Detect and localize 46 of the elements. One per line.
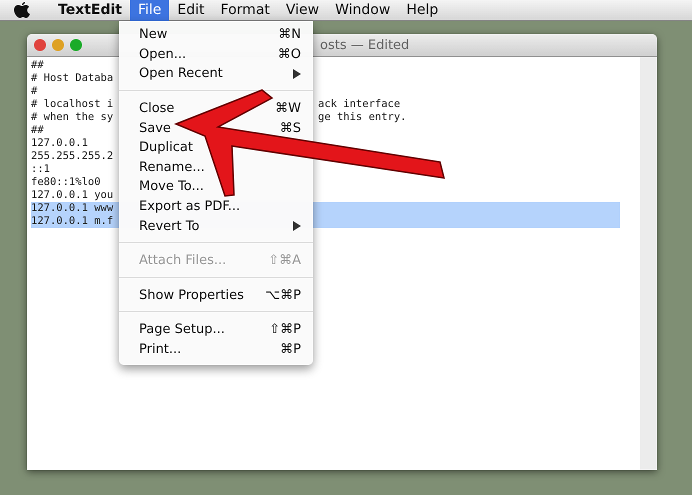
- text-line: 127.0.0.1 m.f: [31, 215, 114, 228]
- menu-bar-item[interactable]: File: [130, 0, 170, 20]
- shortcut-label: ⇧⌘A: [268, 253, 301, 268]
- menu-item[interactable]: Show Properties: [139, 288, 244, 303]
- menu-item[interactable]: Page Setup...: [139, 322, 225, 338]
- menu-item[interactable]: Rename...: [139, 160, 205, 175]
- menu-item[interactable]: Export as PDF...: [139, 199, 240, 214]
- menu-item[interactable]: Open Recent: [139, 66, 223, 82]
- menu-bar-item[interactable]: View: [278, 0, 328, 20]
- text-line: ::1: [31, 163, 50, 176]
- minimize-button[interactable]: [52, 39, 64, 51]
- menu-item[interactable]: Revert To: [139, 218, 200, 234]
- text-line: 255.255.255.2: [31, 150, 114, 163]
- window-title: osts — Edited: [320, 38, 410, 52]
- text-line: ##: [31, 124, 44, 137]
- apple-logo-icon[interactable]: [14, 1, 30, 19]
- menu-item[interactable]: New: [139, 27, 168, 42]
- menu-item[interactable]: Close: [139, 101, 174, 116]
- menu-item[interactable]: Save: [139, 120, 171, 136]
- app-menu[interactable]: TextEdit: [50, 0, 130, 20]
- text-line: fe80::1%lo0: [31, 176, 101, 189]
- menu-item[interactable]: Print...: [139, 342, 182, 358]
- text-line: ##: [31, 59, 44, 72]
- shortcut-label: ⌘N: [278, 27, 301, 42]
- shortcut-label: ⌘S: [280, 120, 301, 136]
- text-line: # when the sy: [31, 111, 114, 124]
- menu-bar-item[interactable]: Help: [398, 0, 446, 20]
- text-line: #: [31, 85, 38, 98]
- menu-item[interactable]: Duplicat: [139, 140, 193, 156]
- shortcut-label: ⌘W: [275, 101, 301, 116]
- close-button[interactable]: [34, 39, 46, 51]
- menu-bar-item[interactable]: Edit: [169, 0, 213, 20]
- text-line: ack interface: [318, 98, 400, 111]
- text-line: 127.0.0.1 www: [31, 202, 114, 215]
- menu-bar-item[interactable]: Format: [212, 0, 278, 20]
- shortcut-label: ⌥⌘P: [265, 288, 301, 303]
- text-line: ge this entry.: [318, 111, 407, 124]
- menu-bar-item[interactable]: Window: [327, 0, 398, 20]
- text-line: # Host Databa: [31, 72, 114, 85]
- menu-item[interactable]: Move To...: [139, 179, 204, 194]
- zoom-button[interactable]: [70, 39, 82, 51]
- shortcut-label: ⇧⌘P: [269, 322, 301, 338]
- text-line: # localhost i: [31, 98, 114, 111]
- shortcut-label: ⌘P: [280, 342, 301, 358]
- text-line: 127.0.0.1: [31, 137, 88, 150]
- text-line: 127.0.0.1 you: [31, 189, 114, 202]
